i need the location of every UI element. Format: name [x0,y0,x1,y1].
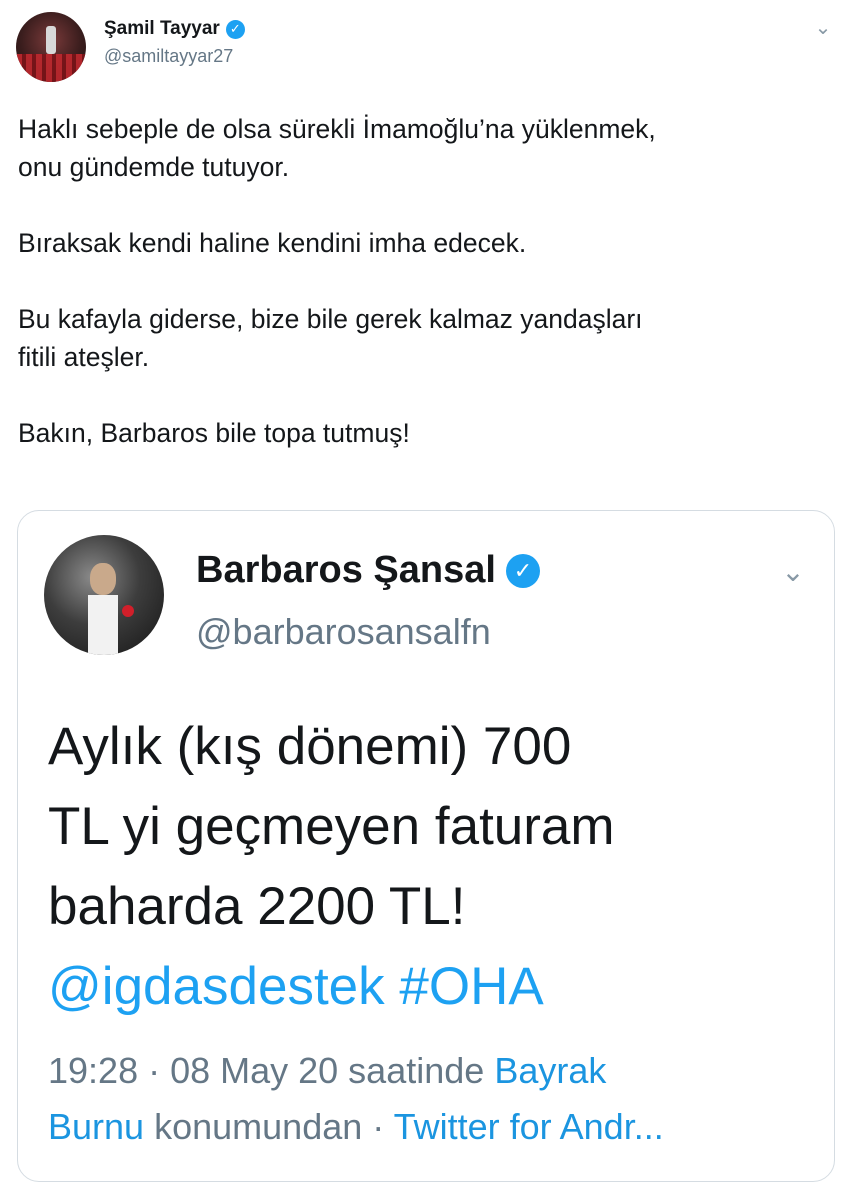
author-handle[interactable]: @samiltayyar27 [104,46,233,67]
source-link[interactable]: Twitter for Andr... [394,1106,664,1147]
hashtag-link[interactable]: #OHA [399,957,543,1016]
chevron-down-icon[interactable]: ⌄ [813,18,833,38]
chevron-down-icon[interactable]: ⌄ [778,557,808,587]
avatar-shirt [88,595,118,655]
tweet-paragraph: Bakın, Barbaros bile topa tutmuş! [18,418,410,448]
avatar-flower [122,605,134,617]
quoted-text-body: Aylık (kış dönemi) 700 TL yi geçmeyen fa… [48,717,615,936]
tweet-timestamp[interactable]: 19:28 · 08 May 20 saatinde [48,1050,484,1091]
location-suffix: konumundan · [154,1106,385,1147]
quoted-tweet-text: Aylık (kış dönemi) 700 TL yi geçmeyen fa… [48,707,808,1027]
tweet-text: Haklı sebeple de olsa sürekli İmamoğlu’n… [18,110,818,490]
mention-link[interactable]: @igdasdestek [48,957,385,1016]
author-avatar[interactable] [16,12,86,82]
tweet: Şamil Tayyar ✓ @samiltayyar27 ⌄ Haklı se… [0,0,847,1200]
tweet-paragraph: Bıraksak kendi haline kendini imha edece… [18,228,527,258]
tweet-paragraph: Haklı sebeple de olsa sürekli İmamoğlu’n… [18,114,656,182]
avatar-crowd [16,54,86,82]
verified-badge-icon: ✓ [225,19,245,39]
quoted-tweet[interactable]: Barbaros Şansal ✓ @barbarosansalfn ⌄ Ayl… [17,510,835,1182]
quoted-tweet-meta: 19:28 · 08 May 20 saatinde Bayrak Burnu … [48,1043,808,1155]
verified-badge-icon: ✓ [505,553,540,588]
author-name-line: Şamil Tayyar ✓ [104,18,245,40]
quoted-handle[interactable]: @barbarosansalfn [196,611,491,653]
avatar-figure [46,26,56,54]
quoted-display-name[interactable]: Barbaros Şansal [196,549,496,592]
quoted-name-line: Barbaros Şansal ✓ [196,549,540,592]
avatar-face [90,563,116,595]
author-display-name[interactable]: Şamil Tayyar [104,18,220,40]
quoted-author-avatar[interactable] [44,535,164,655]
tweet-paragraph: Bu kafayla giderse, bize bile gerek kalm… [18,304,643,372]
